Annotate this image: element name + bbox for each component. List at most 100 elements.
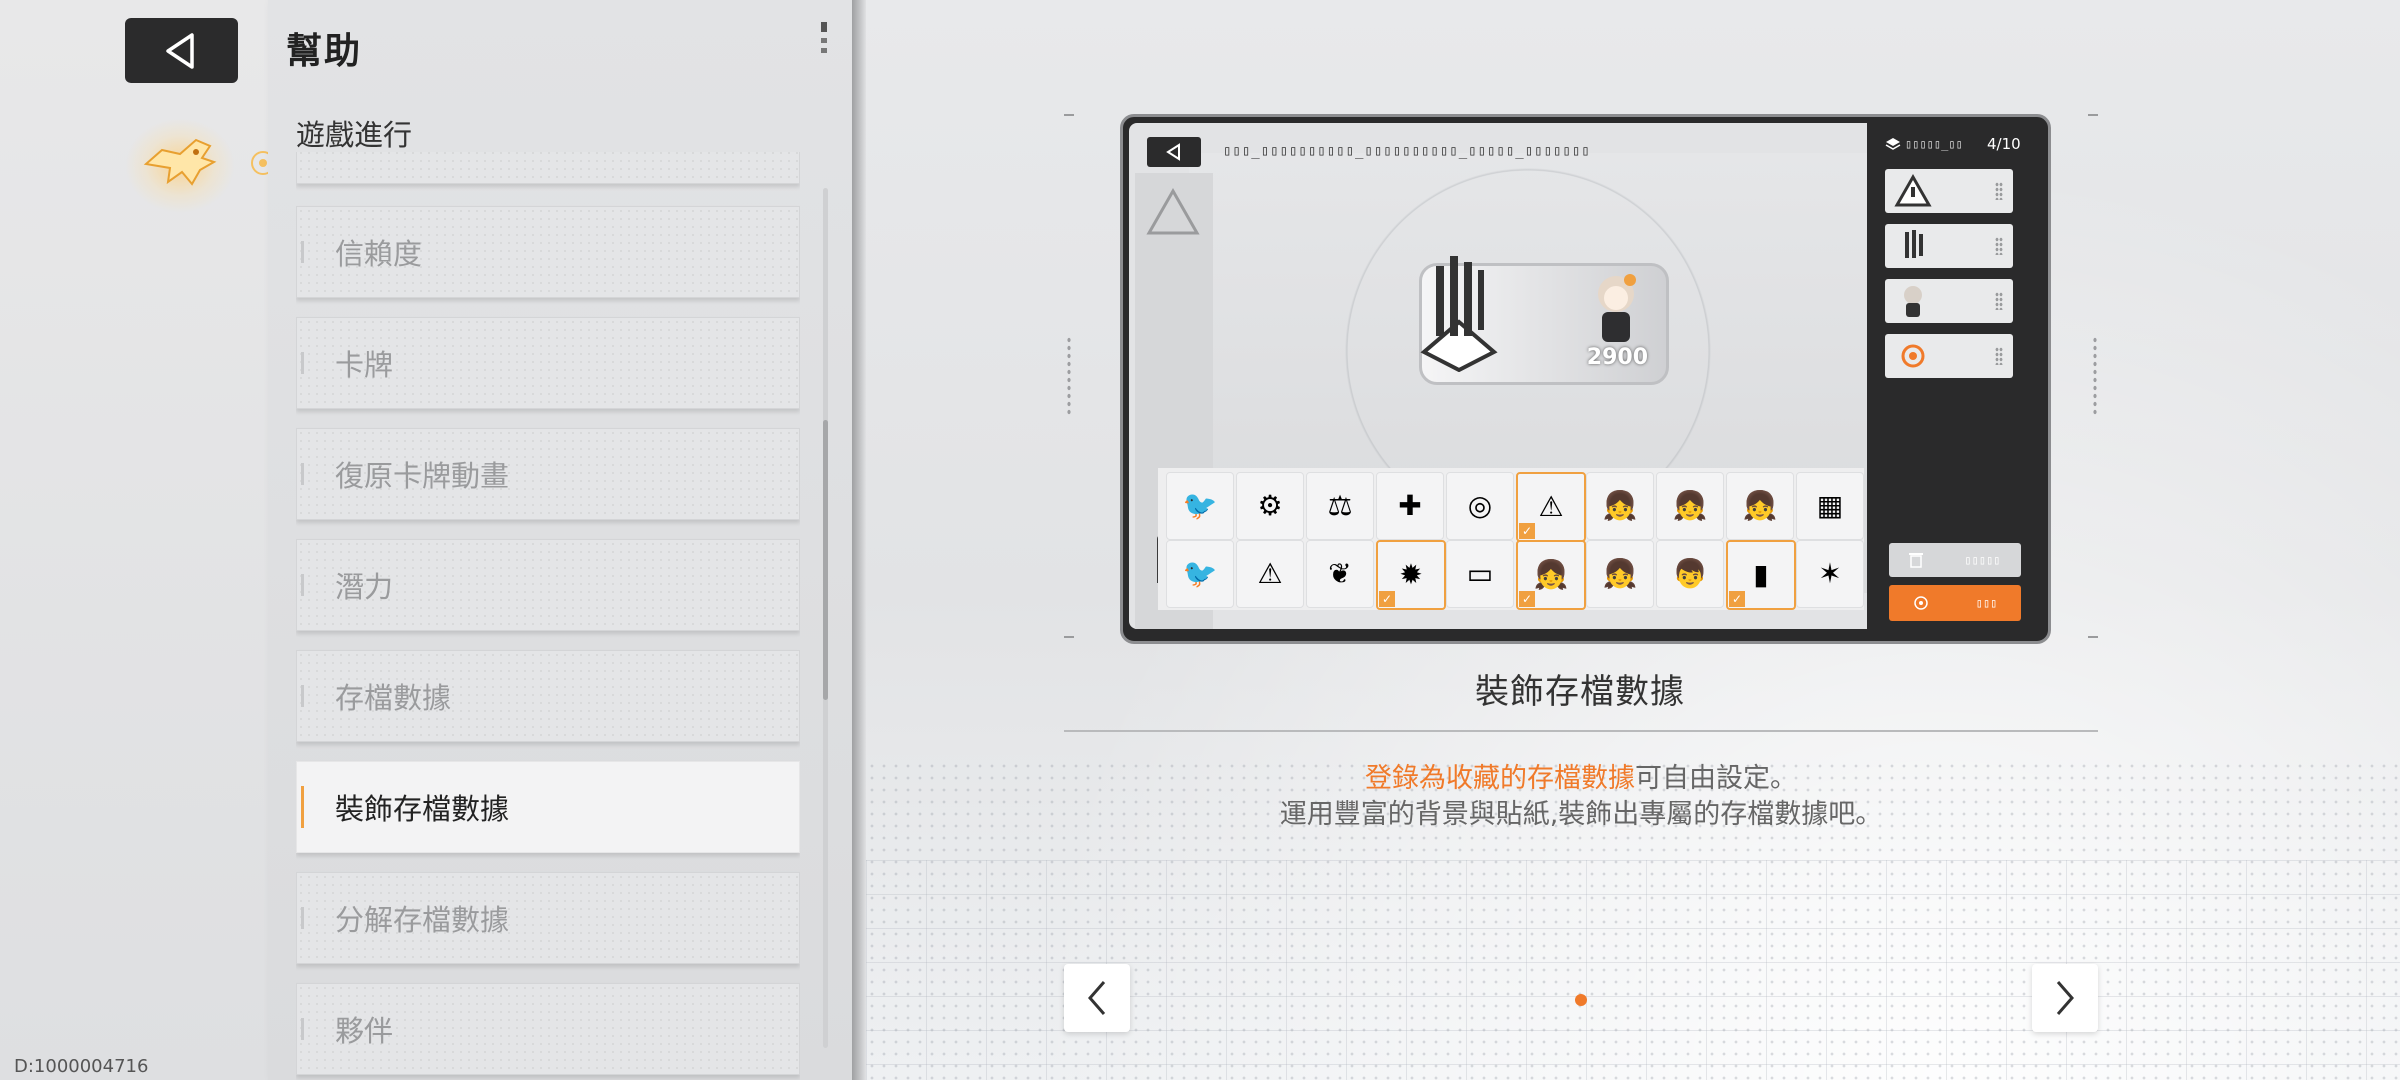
back-triangle-icon	[1166, 143, 1180, 161]
sticker-glyph: ✚	[1398, 489, 1422, 522]
page-title: 幫助	[286, 31, 363, 72]
sticker-glyph: 👧	[1533, 558, 1569, 591]
preview-confirm-button: ▯▯▯	[1889, 585, 2021, 621]
sticker-option: 🐦	[1166, 540, 1234, 608]
preview-sidebar-label: ▯▯▯▯▯_▯▯	[1905, 137, 1963, 151]
list-item-label: 卡牌	[335, 348, 394, 382]
chevron-right-icon	[2056, 981, 2074, 1015]
sun-emblem-icon	[1901, 344, 1925, 368]
layers-icon	[1885, 138, 1901, 150]
preview-slot	[1885, 279, 2013, 323]
card-value: 2900	[1586, 345, 1648, 370]
list-item-label: 裝飾存檔數據	[335, 792, 510, 826]
character-icon	[1904, 286, 1922, 317]
back-triangle-icon	[165, 32, 194, 69]
sticker-option: 👧 ✓	[1516, 540, 1586, 610]
item-bar	[301, 463, 304, 485]
sticker-option: ✚	[1376, 472, 1444, 540]
preview-back-button	[1147, 137, 1201, 167]
sticker-option: ❦	[1306, 540, 1374, 608]
check-icon: ✓	[1519, 523, 1535, 539]
check-icon: ✓	[1729, 591, 1745, 607]
caption-highlight: 登錄為收藏的存檔數據	[1365, 763, 1635, 794]
list-item-cards[interactable]: 卡牌	[296, 317, 800, 409]
sticker-glyph: 🐦	[1182, 489, 1218, 522]
sticker-option: 🐦	[1166, 472, 1234, 540]
mascot-icon[interactable]	[140, 128, 220, 198]
side-dots-left	[1066, 336, 1072, 416]
item-bar	[301, 574, 304, 596]
grip-icon	[1995, 182, 2003, 200]
list-item-potential[interactable]: 潛力	[296, 539, 800, 631]
back-button[interactable]	[125, 18, 238, 83]
sticker-option: ◎	[1446, 472, 1514, 540]
sticker-option: ✹ ✓	[1376, 540, 1446, 610]
list-item-label: 潛力	[335, 570, 394, 604]
sticker-glyph: ◎	[1467, 489, 1493, 522]
item-bar	[301, 907, 304, 929]
list-item-restore-animation[interactable]: 復原卡牌動畫	[296, 428, 800, 520]
list-item-save-data[interactable]: 存檔數據	[296, 650, 800, 742]
grip-icon	[1995, 347, 2003, 365]
caption-line-2: 運用豐富的背景與貼紙,裝飾出專屬的存檔數據吧。	[1279, 799, 1883, 830]
panel-edge	[852, 0, 866, 1080]
caption-line-1-rest: 可自由設定。	[1635, 763, 1797, 794]
drag-handle-icon[interactable]	[814, 20, 834, 60]
sticker-glyph: 👧	[1672, 489, 1708, 522]
previous-page-button[interactable]	[1064, 964, 1130, 1032]
next-page-button[interactable]	[2032, 964, 2098, 1032]
sticker-glyph: ▦	[1816, 489, 1844, 522]
list-item-trust[interactable]: 信賴度	[296, 206, 800, 298]
warning-emblem-icon	[1146, 187, 1200, 235]
check-icon: ✓	[1519, 591, 1535, 607]
grip-icon	[1995, 292, 2003, 310]
sticker-glyph: ▮	[1753, 558, 1769, 591]
sticker-glyph: ✶	[1818, 557, 1842, 590]
preview-sticker-grid: 🐦 ⚙ ⚖ ✚ ◎ ⚠ ✓ 👧 👧 👧 ▦ 🐦 ⚠ ❦ ✹ ✓ ▭ 👧 ✓ 👧 👦 ▮ ✓ ✶	[1158, 468, 1864, 610]
page-indicator-dot	[1575, 994, 1587, 1006]
scrollbar-thumb[interactable]	[823, 420, 828, 700]
preview-slot	[1885, 169, 2013, 213]
sticker-option: ⚖	[1306, 472, 1374, 540]
sticker-glyph: ⚙	[1257, 489, 1283, 522]
item-bar	[301, 241, 304, 263]
sticker-glyph: 👦	[1672, 557, 1708, 590]
preview-delete-button: ▯▯▯▯▯	[1889, 543, 2021, 577]
warning-emblem-icon	[1894, 173, 1932, 207]
item-bar	[301, 685, 304, 707]
sticker-option: ▦	[1796, 472, 1864, 540]
preview-sticker-sidebar: ▯▯▯▯▯_▯▯ 4/10 ▯▯▯▯▯ ▯▯▯	[1879, 123, 2043, 629]
list-item-decorate-save-data[interactable]: 裝飾存檔數據	[296, 761, 800, 853]
list-item-label: 存檔數據	[335, 681, 452, 715]
sticker-glyph: ⚠	[1257, 557, 1283, 590]
preview-delete-label: ▯▯▯▯▯	[1964, 553, 2001, 567]
preview-confirm-label: ▯▯▯	[1975, 596, 1998, 610]
sticker-option: ✶	[1796, 540, 1864, 608]
emblem-bars-icon	[1905, 230, 1923, 258]
card-character-icon	[1598, 274, 1636, 342]
item-bar	[301, 786, 304, 828]
sticker-option: ⚙	[1236, 472, 1304, 540]
caption-title: 裝飾存檔數據	[1475, 672, 1685, 712]
list-item-dismantle-save-data[interactable]: 分解存檔數據	[296, 872, 800, 964]
sticker-option: 👧	[1726, 472, 1794, 540]
item-bar	[301, 1018, 304, 1040]
list-item-partial[interactable]	[296, 152, 800, 184]
list-item-label: 復原卡牌動畫	[335, 459, 510, 493]
preview-title: ▯▯▯_▯▯▯▯▯▯▯▯▯▯_▯▯▯▯▯▯▯▯▯▯_▯▯▯▯▯_▯▯▯▯▯▯▯	[1223, 143, 1591, 159]
frame-mark	[1064, 114, 1074, 116]
sticker-option: ▭	[1446, 540, 1514, 608]
sticker-glyph: ❦	[1328, 557, 1352, 590]
sticker-glyph: 🐦	[1182, 557, 1218, 590]
list-item-label: 信賴度	[335, 237, 423, 271]
sticker-glyph: 👧	[1742, 489, 1778, 522]
card-emblem-icon	[1420, 256, 1498, 372]
list-item-partners[interactable]: 夥伴	[296, 983, 800, 1075]
sticker-glyph: ⚖	[1327, 489, 1353, 522]
list-item-label: 夥伴	[335, 1014, 394, 1048]
sticker-option: 👧	[1586, 472, 1654, 540]
preview-slot	[1885, 334, 2013, 378]
preview-slot	[1885, 224, 2013, 268]
trash-icon	[1909, 553, 1924, 568]
chevron-left-icon	[1088, 981, 1106, 1015]
